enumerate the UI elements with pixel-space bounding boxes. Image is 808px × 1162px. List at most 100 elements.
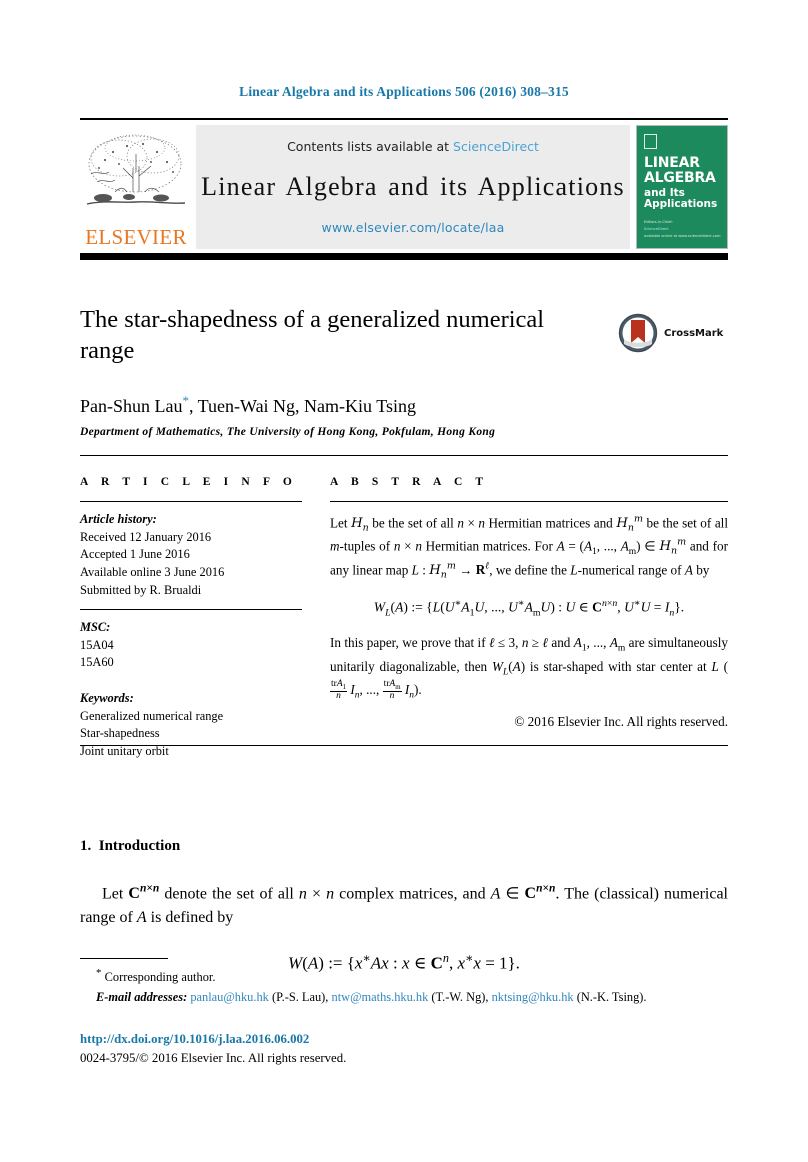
- abs-p2t4: is star-shaped with star center at: [525, 658, 712, 674]
- abs-t9: -numerical range of: [577, 562, 685, 578]
- cover-line-1: LINEAR: [644, 154, 700, 171]
- history-available-online: Available online 3 June 2016: [80, 564, 225, 579]
- article-info-label: A R T I C L E I N F O: [80, 476, 297, 488]
- msc-heading: MSC:: [80, 620, 111, 635]
- body-t5: is defined by: [146, 908, 234, 926]
- contents-prefix: Contents lists available at: [287, 138, 454, 154]
- body-t1: Let: [102, 885, 129, 903]
- elsevier-tree-icon: [83, 130, 189, 226]
- cover-foot-line-2: ScienceDirect: [644, 226, 669, 231]
- abstract-bottom-rule: [80, 745, 728, 747]
- math-A1b: A: [573, 635, 582, 651]
- abstract-equation: WL(A) := {L(U∗A1U, ..., U∗AmU) : U ∈ Cn×…: [373, 597, 685, 619]
- math-n5: n: [521, 635, 529, 651]
- math-n6: n: [298, 885, 307, 903]
- abs-t10: by: [692, 562, 710, 578]
- elsevier-logo: ELSEVIER: [80, 125, 192, 249]
- elsevier-wordmark: ELSEVIER: [85, 224, 187, 249]
- section-number: 1.: [80, 838, 92, 854]
- abs-p2t1: In this paper, we prove that if: [330, 635, 489, 651]
- msc-code-2: 15A60: [80, 655, 114, 670]
- math-A1: A: [583, 538, 592, 554]
- email-owner-1: (P.-S. Lau): [271, 990, 326, 1005]
- article-history-heading: Article history:: [80, 512, 157, 527]
- abs-t8: , we define the: [489, 562, 571, 578]
- body-t2: denote the set of all: [159, 885, 299, 903]
- history-submitted-by: Submitted by R. Brualdi: [80, 582, 202, 597]
- math-Hnm-2: Hnm: [659, 536, 687, 558]
- abs-p2t2: and: [547, 635, 574, 651]
- math-n7: n: [326, 885, 335, 903]
- abstract-column: A B S T R A C T Let Hn be the set of all…: [330, 476, 728, 761]
- math-Am: A: [620, 538, 629, 554]
- abstract-paragraph-2: In this paper, we prove that if ℓ ≤ 3, n…: [330, 635, 729, 702]
- history-accepted: Accepted 1 June 2016: [80, 547, 190, 562]
- abs-t6: Hermitian matrices. For: [421, 538, 557, 554]
- footnote-star-marker: *: [96, 967, 102, 980]
- math-Amb: A: [609, 635, 618, 651]
- tree-drawing: [86, 134, 186, 205]
- abstract-paragraph-1: Let Hn be the set of all n × n Hermitian…: [330, 514, 729, 581]
- issn-copyright-line: 0024-3795/© 2016 Elsevier Inc. All right…: [80, 1051, 347, 1066]
- introduction-section: 1. Introduction Let Cn×n denote the set …: [80, 838, 728, 973]
- abstract-copyright: © 2016 Elsevier Inc. All rights reserved…: [514, 713, 728, 729]
- math-n3: n: [393, 538, 401, 554]
- sciencedirect-link[interactable]: ScienceDirect: [453, 139, 539, 154]
- email-owner-2: (T.-W. Ng): [431, 990, 486, 1005]
- email-link-3[interactable]: nktsing@hku.hk: [492, 990, 574, 1004]
- msc-top-rule: [80, 609, 302, 611]
- doi-link[interactable]: http://dx.doi.org/10.1016/j.laa.2016.06.…: [80, 1030, 728, 1049]
- math-n2: n: [478, 515, 485, 531]
- introduction-paragraph: Let Cn×n denote the set of all n × n com…: [80, 883, 729, 926]
- cover-foot-line-3: available online at www.sciencedirect.co…: [644, 233, 721, 238]
- footnote-email-addresses: E-mail addresses: panlau@hku.hk (P.-S. L…: [96, 990, 647, 1005]
- journal-cover-thumbnail[interactable]: LINEAR ALGEBRA and Its Applications Edit…: [636, 124, 728, 249]
- column-gap: [302, 476, 330, 761]
- colophon: http://dx.doi.org/10.1016/j.laa.2016.06.…: [80, 1030, 728, 1068]
- journal-url-link[interactable]: www.elsevier.com/locate/laa: [322, 220, 505, 235]
- journal-masthead: ELSEVIER Contents lists available at Sci…: [80, 118, 728, 260]
- contents-list-line: Contents lists available at ScienceDirec…: [287, 139, 539, 154]
- email-addresses-label: E-mail addresses:: [96, 990, 188, 1005]
- author-list: Pan-Shun Lau*, Tuen-Wai Ng, Nam-Kiu Tsin…: [80, 393, 728, 417]
- msc-group: MSC: 15A04 15A60: [80, 619, 302, 672]
- article-info-rule: [80, 501, 302, 503]
- title-bottom-rule: [80, 454, 728, 456]
- footnote-corresponding-text: Corresponding author.: [104, 970, 216, 985]
- email-link-1[interactable]: panlau@hku.hk: [190, 990, 269, 1004]
- cover-publisher-mark-icon: [644, 133, 657, 149]
- email-owner-3: (N.-K. Tsing): [576, 990, 644, 1005]
- math-Hnm-3: Hnm: [429, 560, 456, 581]
- section-title: Introduction: [98, 838, 181, 854]
- article-info-column: A R T I C L E I N F O Article history: R…: [80, 476, 302, 761]
- crossmark-icon: [618, 313, 658, 353]
- math-Hn: Hn: [351, 516, 369, 535]
- body-t3: complex matrices, and: [334, 885, 491, 903]
- abs-t2: be the set of all: [368, 515, 458, 531]
- cover-foot-line-1: Editors-in-Chief:: [644, 220, 673, 225]
- email-link-2[interactable]: ntw@maths.hku.hk: [332, 990, 429, 1004]
- math-Cnxn: Cn×n: [128, 883, 160, 903]
- math-A3: A: [490, 885, 501, 903]
- info-abstract-columns: A R T I C L E I N F O Article history: R…: [80, 476, 728, 761]
- article-history-group: Article history: Received 12 January 201…: [80, 511, 302, 599]
- crossmark-label: CrossMark: [664, 327, 724, 339]
- math-Cnxn2: Cn×n: [524, 883, 556, 903]
- abstract-label: A B S T R A C T: [330, 476, 489, 488]
- affiliation: Department of Mathematics, The Universit…: [80, 425, 496, 438]
- math-L: L: [411, 562, 419, 578]
- title-block: The star-shapedness of a generalized num…: [80, 305, 728, 456]
- abs-t4: be the set of all: [642, 515, 729, 531]
- author-list-rest: , Tuen-Wai Ng, Nam-Kiu Tsing: [189, 395, 416, 416]
- math-L2: L: [570, 562, 578, 578]
- math-A2: A: [684, 562, 693, 578]
- footnote-separator-rule: [80, 958, 168, 960]
- section-heading-introduction: 1. Introduction: [80, 838, 728, 855]
- history-received: Received 12 January 2016: [80, 529, 212, 544]
- cover-line-2: ALGEBRA: [644, 169, 716, 186]
- abs-t1: Let: [330, 515, 352, 531]
- crossmark-badge[interactable]: CrossMark: [618, 311, 728, 355]
- abstract-rule: [330, 501, 728, 503]
- footnote-corresponding-author: * Corresponding author.: [80, 966, 728, 987]
- journal-title: Linear Algebra and its Applications: [201, 171, 625, 201]
